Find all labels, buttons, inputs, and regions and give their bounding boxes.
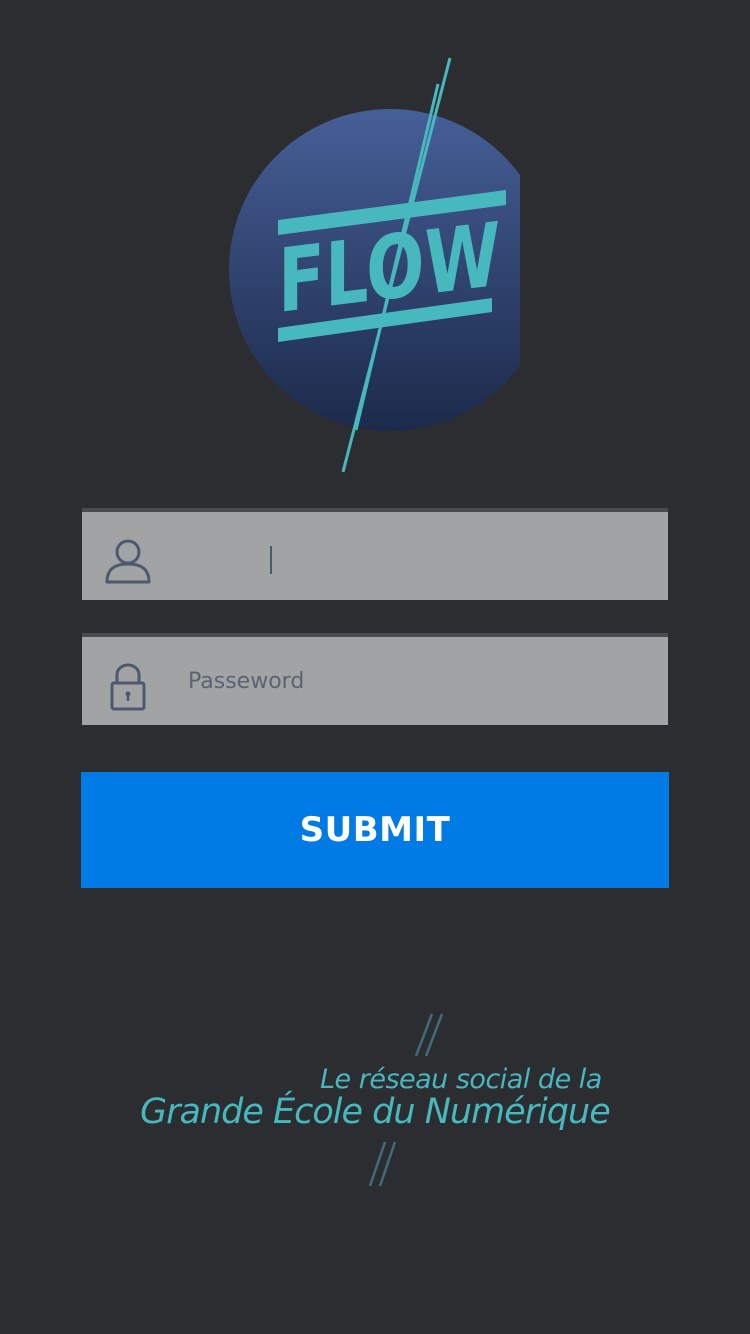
text-cursor bbox=[270, 546, 272, 574]
flow-logo: FLOW bbox=[220, 50, 520, 480]
submit-button[interactable]: SUBMIT bbox=[81, 772, 669, 888]
lock-icon bbox=[104, 661, 152, 711]
password-input[interactable] bbox=[188, 637, 648, 725]
user-icon bbox=[104, 536, 152, 584]
password-field[interactable] bbox=[82, 633, 668, 725]
tagline-line-2: Grande École du Numérique bbox=[140, 1092, 611, 1132]
username-input[interactable] bbox=[188, 512, 648, 600]
username-field[interactable] bbox=[82, 508, 668, 600]
login-screen: FLOW SUBMIT Le réseau social de la Grand… bbox=[0, 0, 750, 1334]
tagline: Le réseau social de la Grande École du N… bbox=[130, 1010, 611, 1190]
tagline-line-1: Le réseau social de la bbox=[320, 1064, 602, 1095]
